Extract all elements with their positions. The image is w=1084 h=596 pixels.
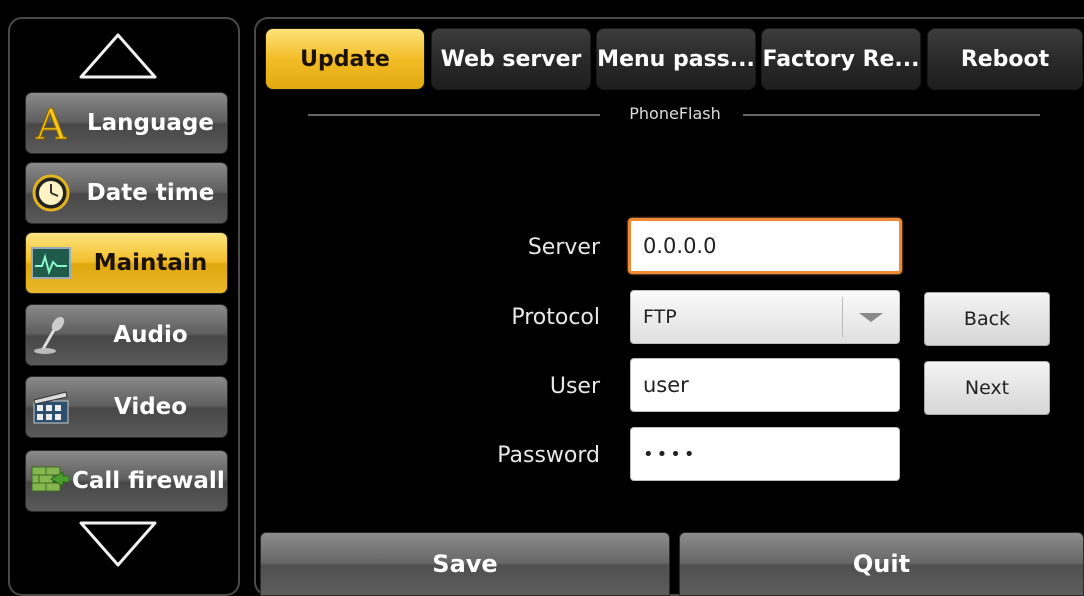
tab-factory-reset[interactable]: Factory Re... — [761, 28, 921, 90]
sidebar-item-audio[interactable]: Audio — [25, 304, 228, 366]
protocol-select[interactable]: FTP — [630, 290, 900, 344]
clock-icon — [30, 172, 72, 214]
save-button[interactable]: Save — [260, 532, 670, 596]
section-title: PhoneFlash — [629, 104, 721, 123]
password-label: Password — [497, 443, 600, 468]
clapperboard-icon — [30, 386, 72, 428]
user-input[interactable]: user — [630, 358, 900, 412]
tab-update[interactable]: Update — [265, 28, 425, 90]
password-value: •••• — [643, 443, 698, 465]
svg-text:A: A — [35, 102, 67, 144]
sidebar-item-label: Language — [87, 110, 214, 136]
firewall-icon — [28, 460, 70, 502]
quit-button[interactable]: Quit — [679, 532, 1084, 596]
protocol-value: FTP — [643, 306, 677, 328]
sidebar-item-maintain[interactable]: Maintain — [25, 232, 228, 294]
sidebar-item-date-time[interactable]: Date time — [25, 162, 228, 224]
tab-menu-password[interactable]: Menu pass... — [596, 28, 756, 90]
sidebar-item-label: Audio — [113, 322, 188, 348]
sidebar-item-label: Video — [113, 394, 188, 420]
next-button[interactable]: Next — [924, 361, 1050, 415]
sidebar-item-language[interactable]: A Language — [25, 92, 228, 154]
server-input[interactable]: 0.0.0.0 — [628, 218, 902, 274]
section-divider-left — [308, 114, 600, 116]
sidebar-item-call-firewall[interactable]: Call firewall — [25, 450, 228, 512]
microphone-icon — [30, 314, 72, 356]
server-value: 0.0.0.0 — [643, 234, 717, 258]
sidebar-item-label: Date time — [86, 180, 215, 206]
scroll-down-arrow-icon[interactable] — [78, 520, 158, 568]
tab-web-server[interactable]: Web server — [431, 28, 591, 90]
tab-reboot[interactable]: Reboot — [927, 28, 1083, 90]
letter-a-icon: A — [30, 102, 72, 144]
scroll-up-arrow-icon[interactable] — [78, 32, 158, 80]
sidebar-item-label: Call firewall — [72, 468, 225, 494]
server-label: Server — [527, 235, 600, 260]
protocol-label: Protocol — [511, 305, 600, 330]
monitor-icon — [30, 242, 72, 284]
password-input[interactable]: •••• — [630, 427, 900, 481]
back-button[interactable]: Back — [924, 292, 1050, 346]
select-divider — [842, 297, 843, 337]
user-label: User — [549, 374, 600, 399]
sidebar-item-label: Maintain — [93, 250, 208, 276]
sidebar-item-video[interactable]: Video — [25, 376, 228, 438]
section-divider-right — [743, 114, 1040, 116]
chevron-down-icon — [859, 313, 883, 322]
user-value: user — [643, 373, 689, 397]
